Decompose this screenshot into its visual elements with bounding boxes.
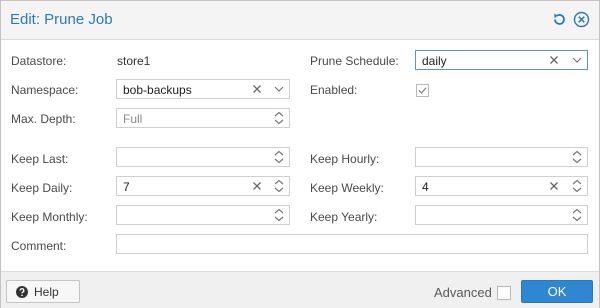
max-depth-spinner[interactable]: Full — [116, 108, 290, 128]
spinner-icon[interactable] — [571, 208, 583, 222]
keep-daily-label: Keep Daily: — [11, 181, 73, 195]
spinner-icon[interactable] — [273, 179, 285, 193]
prune-schedule-clear-icon[interactable] — [547, 53, 561, 67]
keep-yearly-label: Keep Yearly: — [310, 210, 378, 224]
help-label: Help — [34, 285, 59, 299]
max-depth-placeholder: Full — [123, 112, 143, 126]
datastore-label: Datastore: — [11, 54, 67, 68]
comment-label: Comment: — [11, 239, 67, 253]
comment-input[interactable] — [116, 234, 588, 254]
help-button[interactable]: Help — [6, 280, 80, 303]
keep-last-spinner[interactable] — [116, 147, 290, 167]
enabled-label: Enabled: — [310, 83, 358, 97]
keep-weekly-value: 4 — [422, 180, 429, 194]
spinner-icon[interactable] — [273, 111, 285, 125]
ok-button[interactable]: OK — [521, 280, 593, 303]
chevron-down-icon[interactable] — [273, 82, 285, 96]
spinner-icon[interactable] — [571, 150, 583, 164]
prune-schedule-value: daily — [422, 54, 447, 68]
edit-prune-job-dialog: Edit: Prune Job Datastore: store1 Namesp… — [0, 0, 600, 308]
prune-schedule-label: Prune Schedule: — [310, 54, 399, 68]
namespace-clear-icon[interactable] — [250, 82, 264, 96]
keep-weekly-label: Keep Weekly: — [310, 181, 384, 195]
dialog-titlebar: Edit: Prune Job — [1, 1, 599, 40]
spinner-icon[interactable] — [273, 150, 285, 164]
keep-yearly-spinner[interactable] — [415, 205, 588, 225]
keep-monthly-label: Keep Monthly: — [11, 210, 88, 224]
enabled-checkbox[interactable] — [416, 84, 429, 97]
max-depth-label: Max. Depth: — [11, 112, 76, 126]
keep-hourly-spinner[interactable] — [415, 147, 588, 167]
keep-hourly-label: Keep Hourly: — [310, 152, 380, 166]
keep-last-label: Keep Last: — [11, 152, 69, 166]
close-icon[interactable] — [573, 11, 590, 28]
dialog-title: Edit: Prune Job — [10, 11, 113, 28]
question-circle-icon — [16, 286, 28, 298]
spinner-icon[interactable] — [273, 208, 285, 222]
advanced-checkbox[interactable] — [497, 286, 511, 300]
namespace-select[interactable]: bob-backups — [116, 79, 290, 99]
datastore-value: store1 — [117, 54, 151, 68]
keep-weekly-spinner[interactable]: 4 — [415, 176, 588, 196]
namespace-value: bob-backups — [123, 83, 192, 97]
keep-daily-value: 7 — [123, 180, 130, 194]
spinner-icon[interactable] — [571, 179, 583, 193]
prune-schedule-select[interactable]: daily — [415, 50, 588, 70]
namespace-label: Namespace: — [11, 83, 79, 97]
keep-daily-spinner[interactable]: 7 — [116, 176, 290, 196]
keep-monthly-spinner[interactable] — [116, 205, 290, 225]
advanced-label: Advanced — [434, 285, 492, 300]
chevron-down-icon[interactable] — [571, 53, 583, 67]
dialog-footer: Help Advanced OK — [1, 271, 599, 308]
keep-weekly-clear-icon[interactable] — [547, 179, 561, 193]
reset-icon[interactable] — [551, 11, 568, 28]
keep-daily-clear-icon[interactable] — [250, 179, 264, 193]
